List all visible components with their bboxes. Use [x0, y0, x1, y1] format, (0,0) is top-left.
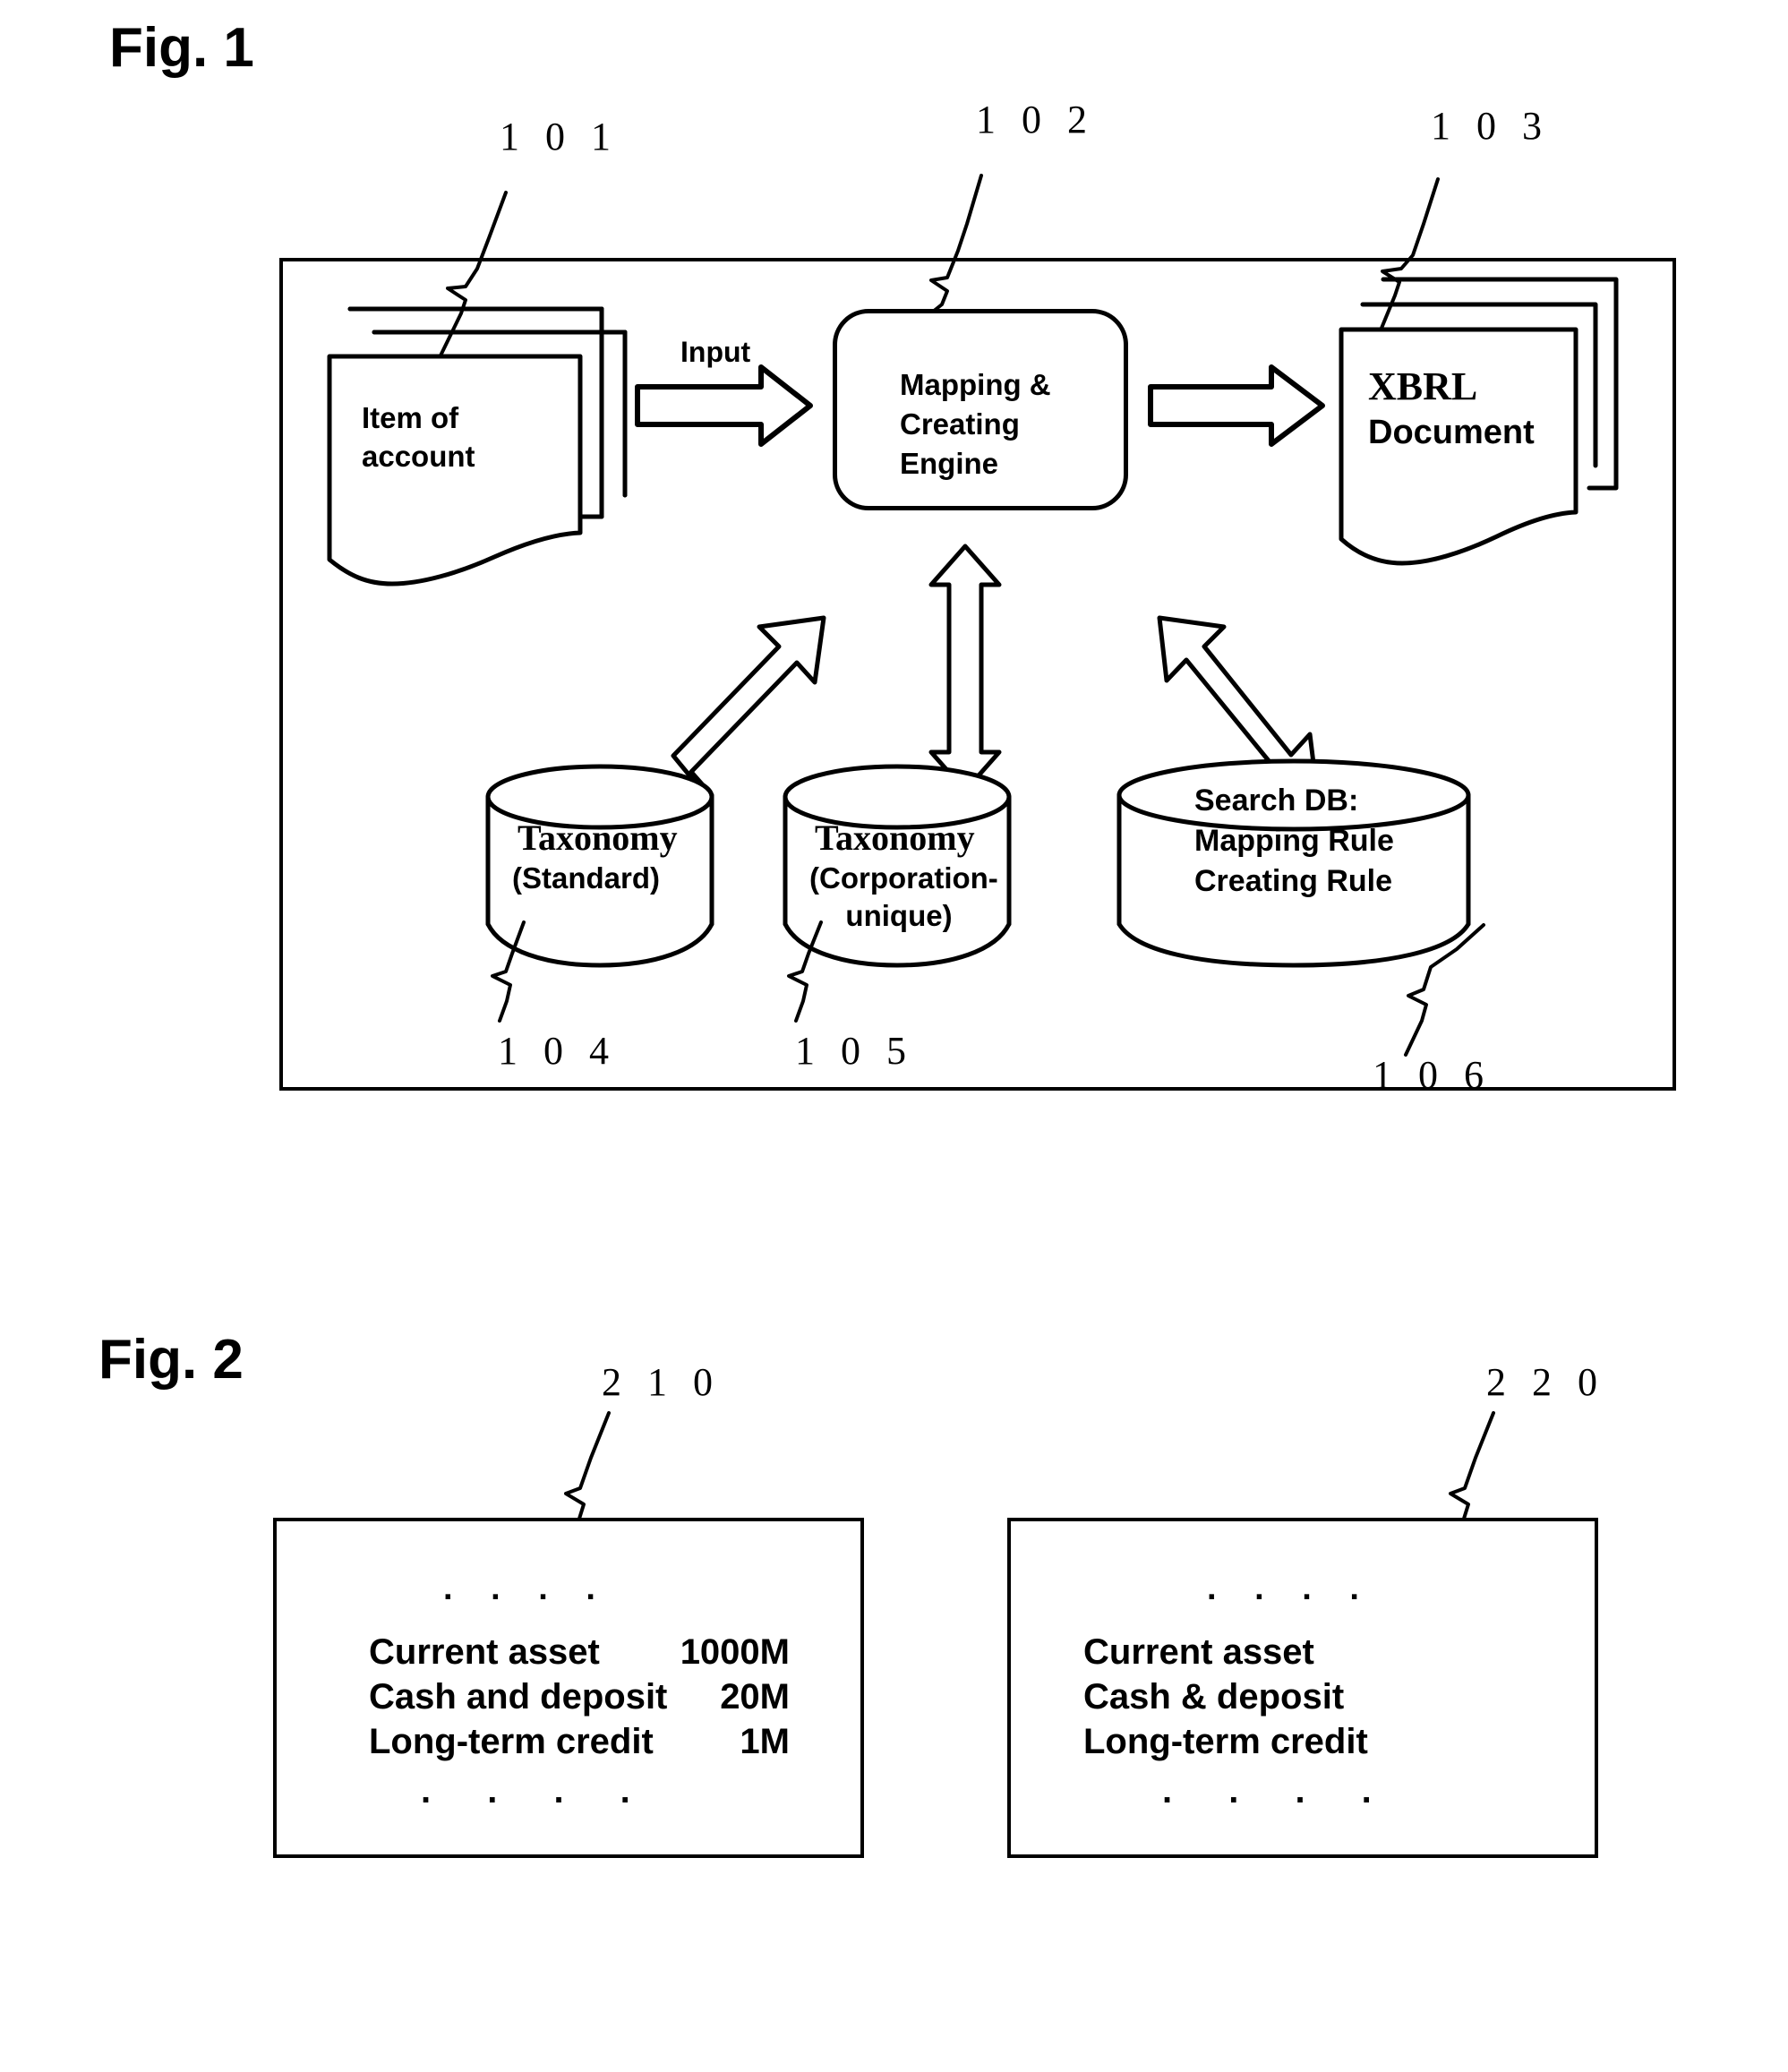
panel-210-dots-bottom: . . . .	[421, 1771, 654, 1811]
input-document-label: Item of account	[362, 401, 475, 473]
table-row: Cash & deposit	[1083, 1674, 1368, 1719]
reference-numeral-102: 1 0 2	[976, 98, 1095, 141]
table-row: Current asset	[1083, 1630, 1368, 1674]
account-name: Cash & deposit	[1083, 1677, 1345, 1717]
reference-numeral-104: 1 0 4	[498, 1029, 617, 1073]
account-name: Current asset	[369, 1632, 600, 1672]
xbrl-document-subtitle-label: Document	[1368, 414, 1535, 451]
panel-210-rows: Current asset 1000M Cash and deposit 20M…	[369, 1630, 790, 1764]
account-name: Current asset	[1083, 1632, 1314, 1672]
mapping-creating-engine-label: Mapping & Creating Engine	[900, 368, 1051, 480]
taxonomy-corporation-title: Taxonomy	[815, 818, 975, 858]
account-name: Cash and deposit	[369, 1677, 668, 1717]
panel-220-dots-bottom: . . . .	[1162, 1771, 1395, 1811]
account-name: Long-term credit	[1083, 1722, 1368, 1761]
reference-numeral-220: 2 2 0	[1486, 1360, 1605, 1404]
xbrl-title-label: XBRL	[1368, 364, 1478, 408]
account-value: 1000M	[680, 1632, 790, 1672]
reference-numeral-101: 1 0 1	[500, 115, 619, 158]
taxonomy-standard-title: Taxonomy	[518, 818, 678, 858]
input-arrow-label: Input	[680, 336, 751, 368]
reference-numeral-106: 1 0 6	[1373, 1053, 1492, 1097]
table-row: Long-term credit 1M	[369, 1719, 790, 1764]
patent-figure-sheet: Fig. 1 1 0 1 1 0 2 1 0 3 1 0 4 1 0 5 1 0…	[0, 0, 1788, 2072]
reference-numeral-210: 2 1 0	[602, 1360, 721, 1404]
taxonomy-corporation-subtitle: (Corporation- unique)	[809, 861, 998, 932]
panel-210-dots-top: . . . .	[443, 1570, 610, 1607]
panel-220-rows: Current asset Cash & deposit Long-term c…	[1083, 1630, 1368, 1764]
reference-numeral-103: 1 0 3	[1431, 104, 1550, 148]
account-name: Long-term credit	[369, 1722, 654, 1761]
panel-220-dots-top: . . . .	[1207, 1570, 1373, 1607]
search-db-label: Search DB: Mapping Rule Creating Rule	[1194, 783, 1394, 898]
figure-2-caption: Fig. 2	[98, 1329, 244, 1391]
taxonomy-standard-subtitle: (Standard)	[512, 861, 660, 895]
account-value: 1M	[740, 1722, 790, 1761]
table-row: Long-term credit	[1083, 1719, 1368, 1764]
reference-numeral-105: 1 0 5	[795, 1029, 914, 1073]
table-row: Cash and deposit 20M	[369, 1674, 790, 1719]
table-row: Current asset 1000M	[369, 1630, 790, 1674]
account-value: 20M	[720, 1677, 790, 1717]
figure-1-caption: Fig. 1	[109, 17, 254, 79]
